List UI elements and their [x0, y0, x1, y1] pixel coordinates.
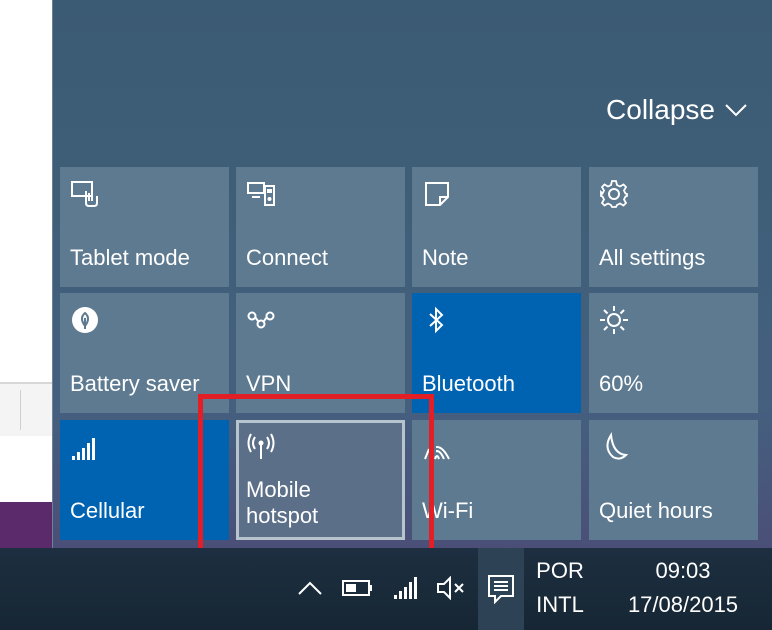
tile-label: Tablet mode [70, 245, 190, 270]
signal-icon [394, 577, 417, 599]
input-language-button[interactable]: POR INTL [530, 554, 590, 622]
network-tray-button[interactable] [388, 566, 424, 610]
tile-bluetooth[interactable]: Bluetooth [412, 293, 581, 413]
tile-battery-saver[interactable]: Battery saver [60, 293, 229, 413]
battery-saver-icon [72, 307, 98, 333]
tile-label: Bluetooth [422, 371, 515, 396]
tile-label: Quiet hours [599, 498, 713, 523]
tile-all-settings[interactable]: All settings [589, 167, 758, 287]
bluetooth-icon [429, 306, 444, 334]
tile-label: Wi-Fi [422, 498, 474, 523]
action-center-icon [488, 575, 514, 604]
clock-time: 09:03 [655, 558, 711, 583]
tile-label: VPN [246, 371, 292, 396]
collapse-button[interactable]: Collapse [606, 94, 747, 126]
moon-icon [606, 432, 629, 460]
tile-label: Note [422, 245, 469, 270]
mobile-hotspot-icon [247, 433, 275, 459]
tile-note[interactable]: Note [412, 167, 581, 287]
volume-tray-button[interactable] [432, 566, 472, 610]
taskbar: POR INTL 09:03 17/08/2015 [0, 548, 772, 630]
tile-vpn[interactable]: VPN [236, 293, 405, 413]
battery-icon [342, 580, 372, 596]
tile-label: Battery saver [70, 371, 200, 396]
tile-label: All settings [599, 245, 706, 270]
tile-mobile-hotspot[interactable]: Mobile hotspot [236, 420, 405, 540]
tile-label-line2: hotspot [246, 503, 319, 528]
show-hidden-icons-button[interactable] [292, 566, 328, 610]
tile-label: Connect [246, 245, 328, 270]
tile-brightness[interactable]: 60% [589, 293, 758, 413]
tile-label: 60% [599, 371, 644, 396]
tile-cellular[interactable]: Cellular [60, 420, 229, 540]
tile-connect[interactable]: Connect [236, 167, 405, 287]
volume-muted-icon [437, 576, 464, 600]
chevron-down-icon [725, 104, 747, 117]
action-center-button[interactable] [478, 548, 524, 630]
tile-label-line1: Mobile [246, 477, 311, 502]
tile-quiet-hours[interactable]: Quiet hours [589, 420, 758, 540]
tile-label: Cellular [70, 498, 145, 523]
clock-date: 17/08/2015 [627, 592, 739, 617]
collapse-label: Collapse [606, 94, 715, 125]
language-code: POR [536, 558, 584, 583]
brightness-icon [600, 306, 628, 334]
chevron-up-icon [298, 581, 322, 595]
tile-label: Mobile hotspot [246, 477, 318, 529]
gear-icon [600, 180, 628, 208]
battery-tray-button[interactable] [336, 566, 380, 610]
vpn-icon [247, 311, 275, 329]
desktop-background [0, 0, 61, 548]
clock-button[interactable]: 09:03 17/08/2015 [608, 554, 758, 622]
tablet-mode-icon [71, 181, 98, 207]
cellular-icon [72, 438, 95, 460]
keyboard-layout: INTL [536, 592, 584, 617]
wifi-icon [422, 446, 450, 462]
note-icon [425, 182, 449, 206]
tile-tablet-mode[interactable]: Tablet mode [60, 167, 229, 287]
tile-wifi[interactable]: Wi-Fi [412, 420, 581, 540]
connect-icon [247, 182, 275, 206]
action-center-panel: Collapse Tablet mode Connect Note All se… [52, 0, 772, 548]
